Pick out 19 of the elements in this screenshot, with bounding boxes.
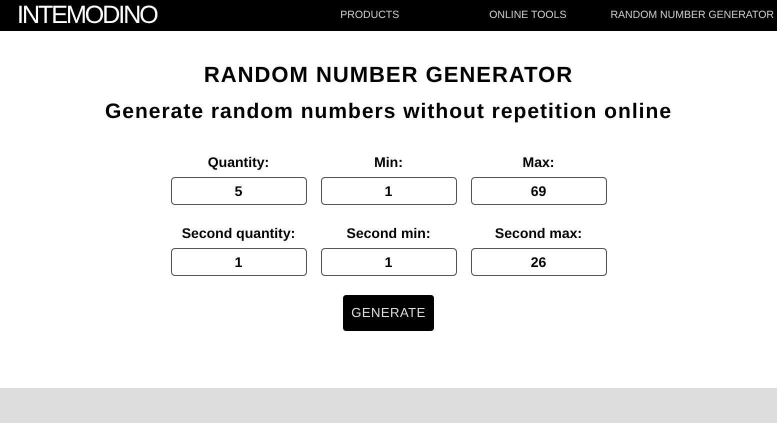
number-field[interactable]: 1	[170, 248, 306, 276]
nav-link[interactable]: RANDOM NUMBER GENERATOR	[610, 8, 774, 24]
number-field[interactable]: 5	[170, 176, 306, 204]
logo[interactable]: INTEMODINO	[17, 3, 167, 28]
field-label: Quantity:	[208, 152, 270, 172]
number-field[interactable]: 1	[320, 248, 456, 276]
nav-link[interactable]: PRODUCTS	[340, 8, 400, 24]
field-label: Min:	[374, 152, 403, 172]
generate-button[interactable]: GENERATE	[343, 294, 434, 330]
page-subtitle: Generate random numbers without repetition online	[104, 99, 672, 125]
field-label: Second max:	[494, 224, 582, 242]
number-field[interactable]: 1	[320, 176, 456, 204]
page-title: RANDOM NUMBER GENERATOR	[204, 61, 574, 89]
field-label: Second min:	[346, 224, 430, 242]
nav-link[interactable]: ONLINE TOOLS	[489, 8, 566, 24]
number-field[interactable]: 26	[470, 248, 606, 276]
field-label: Max:	[522, 152, 554, 172]
field-label: Second quantity:	[182, 224, 296, 243]
number-field[interactable]: 69	[470, 176, 606, 204]
